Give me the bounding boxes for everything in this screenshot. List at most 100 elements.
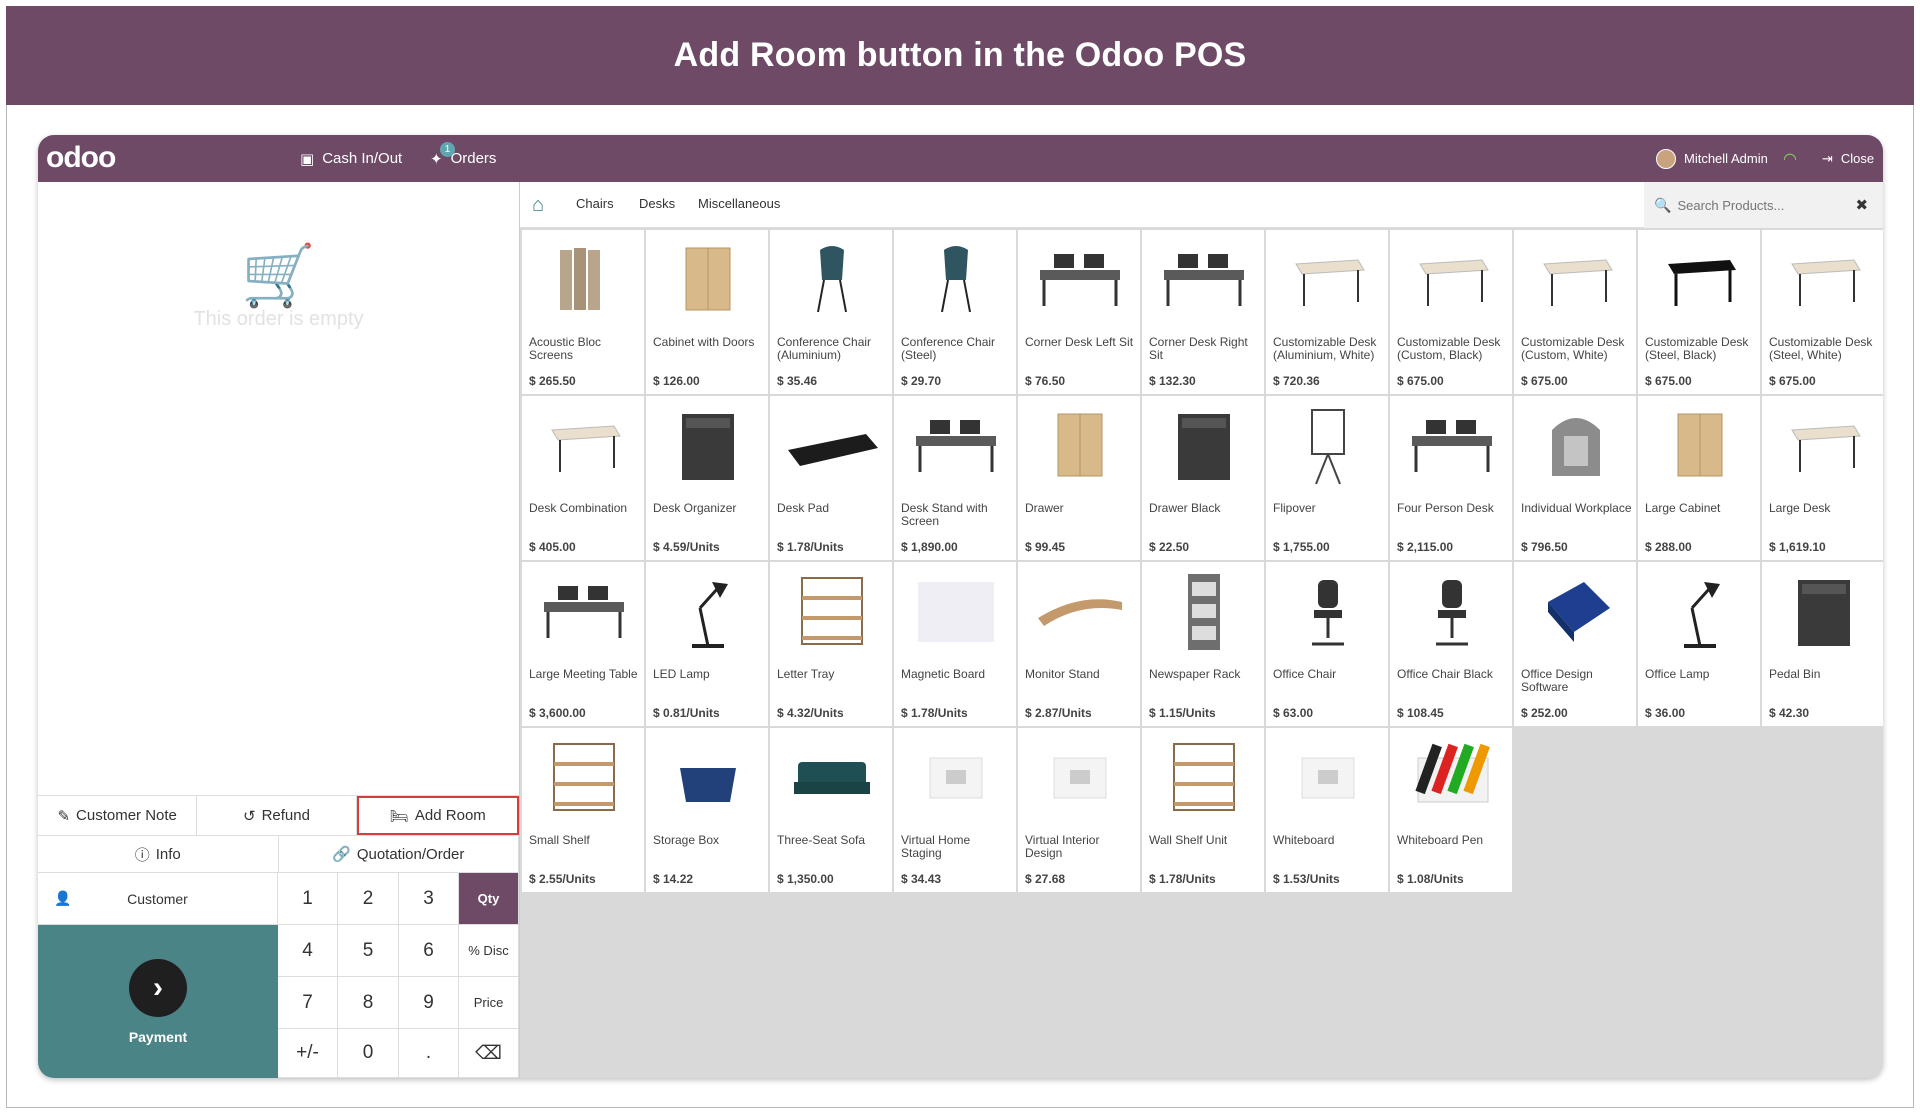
- category-chairs[interactable]: Chairs: [576, 196, 614, 211]
- product-card[interactable]: Drawer $ 99.45: [1018, 396, 1140, 560]
- numpad-key-4[interactable]: 4: [278, 925, 338, 977]
- product-card[interactable]: Magnetic Board $ 1.78/Units: [894, 562, 1016, 726]
- numpad-disc-mode[interactable]: % Disc: [459, 925, 519, 977]
- product-card[interactable]: Corner Desk Right Sit $ 132.30: [1142, 230, 1264, 394]
- product-card[interactable]: Flipover $ 1,755.00: [1266, 396, 1388, 560]
- cabinet-icon: [1018, 396, 1140, 496]
- product-card[interactable]: Desk Combination $ 405.00: [522, 396, 644, 560]
- search-box: 🔍 ✖: [1644, 182, 1883, 228]
- product-price: $ 1.78/Units: [1149, 872, 1216, 886]
- product-price: $ 76.50: [1025, 374, 1066, 388]
- payment-button[interactable]: › Payment: [38, 925, 278, 1078]
- product-price: $ 34.43: [901, 872, 942, 886]
- numpad-plus-minus[interactable]: +/-: [278, 1029, 338, 1078]
- product-card[interactable]: Wall Shelf Unit $ 1.78/Units: [1142, 728, 1264, 892]
- cash-in-out-button[interactable]: ▣ Cash In/Out: [300, 135, 402, 182]
- product-card[interactable]: Conference Chair (Aluminium) $ 35.46: [770, 230, 892, 394]
- product-name: Corner Desk Left Sit: [1025, 335, 1134, 349]
- refund-button[interactable]: ↺ Refund: [197, 796, 357, 835]
- numpad-qty-mode[interactable]: Qty: [459, 873, 519, 925]
- info-button[interactable]: ⓘ Info: [38, 836, 279, 872]
- table-icon: [522, 396, 644, 496]
- customer-note-button[interactable]: ✎ Customer Note: [38, 796, 198, 835]
- product-card[interactable]: Newspaper Rack $ 1.15/Units: [1142, 562, 1264, 726]
- numpad-key-6[interactable]: 6: [399, 925, 459, 977]
- product-card[interactable]: Office Chair Black $ 108.45: [1390, 562, 1512, 726]
- user-menu[interactable]: Mitchell Admin: [1656, 135, 1768, 182]
- customer-button[interactable]: 👤 Customer: [38, 873, 278, 925]
- product-name: Storage Box: [653, 833, 720, 847]
- numpad-key-1[interactable]: 1: [278, 873, 338, 925]
- numpad-key-8[interactable]: 8: [338, 977, 399, 1029]
- product-card[interactable]: Small Shelf $ 2.55/Units: [522, 728, 644, 892]
- product-card[interactable]: Large Cabinet $ 288.00: [1638, 396, 1760, 560]
- close-icon: ⇥: [1822, 150, 1833, 166]
- product-card[interactable]: Customizable Desk (Steel, White) $ 675.00: [1762, 230, 1883, 394]
- product-card[interactable]: Customizable Desk (Custom, White) $ 675.0…: [1514, 230, 1636, 394]
- tableblack-icon: [1638, 230, 1760, 330]
- numpad-key-7[interactable]: 7: [278, 977, 338, 1029]
- numpad-key-2[interactable]: 2: [338, 873, 399, 925]
- numpad-price-mode[interactable]: Price: [459, 977, 519, 1029]
- numpad-key-5[interactable]: 5: [338, 925, 399, 977]
- product-card[interactable]: Whiteboard Pen $ 1.08/Units: [1390, 728, 1512, 892]
- close-button[interactable]: ⇥ Close: [1822, 135, 1874, 182]
- quotation-order-button[interactable]: 🔗 Quotation/Order: [279, 836, 519, 872]
- numpad-area: 👤 Customer › Payment 1 2 3 Qty 4 5 6 % D…: [38, 873, 519, 1078]
- product-card[interactable]: Desk Organizer $ 4.59/Units: [646, 396, 768, 560]
- product-card[interactable]: Customizable Desk (Steel, Black) $ 675.00: [1638, 230, 1760, 394]
- product-card[interactable]: Desk Stand with Screen $ 1,890.00: [894, 396, 1016, 560]
- product-price: $ 2.87/Units: [1025, 706, 1092, 720]
- product-name: Customizable Desk (Custom, White): [1521, 335, 1625, 362]
- category-miscellaneous[interactable]: Miscellaneous: [698, 196, 780, 211]
- product-card[interactable]: Large Meeting Table $ 3,600.00: [522, 562, 644, 726]
- product-card[interactable]: Drawer Black $ 22.50: [1142, 396, 1264, 560]
- orders-button[interactable]: ✦ 1 Orders: [430, 135, 496, 182]
- product-price: $ 4.59/Units: [653, 540, 720, 554]
- clear-search-icon[interactable]: ✖: [1855, 196, 1868, 214]
- category-desks[interactable]: Desks: [639, 196, 675, 211]
- product-price: $ 1,890.00: [901, 540, 958, 554]
- product-card[interactable]: Cabinet with Doors $ 126.00: [646, 230, 768, 394]
- product-card[interactable]: LED Lamp $ 0.81/Units: [646, 562, 768, 726]
- product-card[interactable]: Office Lamp $ 36.00: [1638, 562, 1760, 726]
- product-card[interactable]: Individual Workplace $ 796.50: [1514, 396, 1636, 560]
- product-name: Drawer Black: [1149, 501, 1221, 515]
- virtual-icon: [1018, 728, 1140, 828]
- product-card[interactable]: Virtual Interior Design $ 27.68: [1018, 728, 1140, 892]
- product-card[interactable]: Customizable Desk (Custom, Black) $ 675.0…: [1390, 230, 1512, 394]
- numpad-backspace-icon[interactable]: ⌫: [459, 1029, 519, 1078]
- product-card[interactable]: Desk Pad $ 1.78/Units: [770, 396, 892, 560]
- product-card[interactable]: Customizable Desk (Aluminium, White) $ 72…: [1266, 230, 1388, 394]
- product-card[interactable]: Whiteboard $ 1.53/Units: [1266, 728, 1388, 892]
- product-card[interactable]: Four Person Desk $ 2,115.00: [1390, 396, 1512, 560]
- board-icon: [1266, 396, 1388, 496]
- product-card[interactable]: Monitor Stand $ 2.87/Units: [1018, 562, 1140, 726]
- product-card[interactable]: Office Design Software $ 252.00: [1514, 562, 1636, 726]
- product-card[interactable]: Acoustic Bloc Screens $ 265.50: [522, 230, 644, 394]
- search-input[interactable]: [1677, 197, 1848, 213]
- product-price: $ 3,600.00: [529, 706, 586, 720]
- product-card[interactable]: Corner Desk Left Sit $ 76.50: [1018, 230, 1140, 394]
- connection-status[interactable]: ◠: [1783, 135, 1797, 182]
- add-room-button[interactable]: 🛏 Add Room: [356, 796, 519, 835]
- user-avatar: [1656, 148, 1676, 169]
- numpad-decimal[interactable]: .: [399, 1029, 459, 1078]
- product-card[interactable]: Office Chair $ 63.00: [1266, 562, 1388, 726]
- cabinet-icon: [646, 230, 768, 330]
- product-price: $ 1.15/Units: [1149, 706, 1216, 720]
- product-card[interactable]: Conference Chair (Steel) $ 29.70: [894, 230, 1016, 394]
- numpad-key-9[interactable]: 9: [399, 977, 459, 1029]
- product-card[interactable]: Three-Seat Sofa $ 1,350.00: [770, 728, 892, 892]
- numpad-key-3[interactable]: 3: [399, 873, 459, 925]
- desk-icon: [1142, 230, 1264, 330]
- product-card[interactable]: Letter Tray $ 4.32/Units: [770, 562, 892, 726]
- home-icon[interactable]: ⌂: [532, 194, 544, 217]
- product-card[interactable]: Large Desk $ 1,619.10: [1762, 396, 1883, 560]
- numpad-key-0[interactable]: 0: [338, 1029, 399, 1078]
- product-card[interactable]: Pedal Bin $ 42.30: [1762, 562, 1883, 726]
- product-price: $ 675.00: [1645, 374, 1692, 388]
- product-card[interactable]: Virtual Home Staging $ 34.43: [894, 728, 1016, 892]
- product-card[interactable]: Storage Box $ 14.22: [646, 728, 768, 892]
- pos-app: odoo ▣ Cash In/Out ✦ 1 Orders Mitchell Ad…: [38, 135, 1883, 1078]
